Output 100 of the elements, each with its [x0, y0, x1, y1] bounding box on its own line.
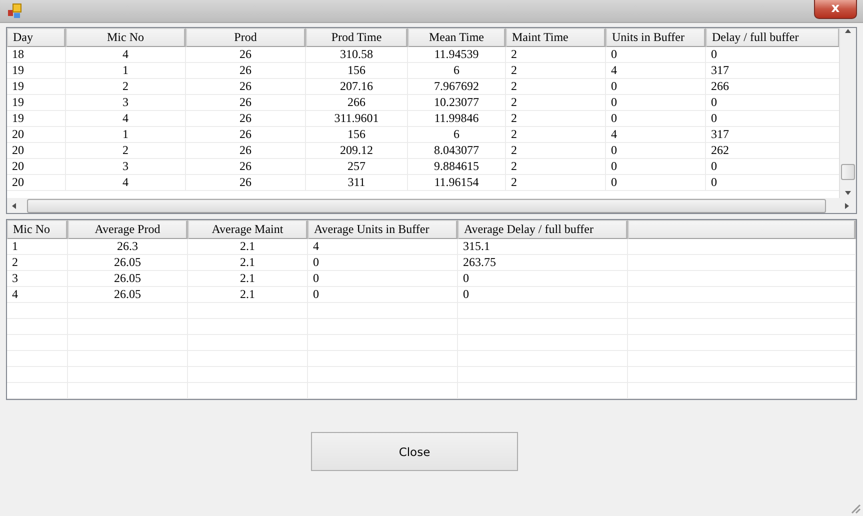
table-cell: 1 — [66, 63, 186, 79]
table-cell: 4 — [66, 47, 186, 63]
table-cell: 8.043077 — [408, 143, 506, 159]
table-cell: 0 — [606, 111, 706, 127]
table-cell: 2.1 — [188, 239, 308, 255]
table-cell: 4 — [66, 175, 186, 191]
table-cell: 26.05 — [68, 287, 188, 303]
table-cell: 20 — [7, 159, 66, 175]
table-cell: 2 — [506, 159, 606, 175]
column-header[interactable]: Maint Time — [506, 28, 606, 47]
table-cell: 315.1 — [458, 239, 628, 255]
table-cell: 0 — [606, 159, 706, 175]
scroll-up-icon[interactable] — [844, 28, 852, 36]
column-header[interactable]: Mic No — [7, 220, 68, 239]
table-cell: 2 — [506, 63, 606, 79]
table-cell: 26.05 — [68, 255, 188, 271]
table-cell: 0 — [606, 47, 706, 63]
table-cell: 2 — [66, 79, 186, 95]
table-cell: 311 — [306, 175, 408, 191]
resize-grip-icon[interactable] — [850, 503, 861, 514]
column-header[interactable]: Prod — [186, 28, 306, 47]
table-cell: 2 — [66, 143, 186, 159]
table-cell: 9.884615 — [408, 159, 506, 175]
table-cell: 0 — [606, 143, 706, 159]
column-header[interactable]: Average Maint — [188, 220, 308, 239]
table-cell: 26 — [186, 111, 306, 127]
table-cell: 4 — [606, 127, 706, 143]
table-cell: 311.9601 — [306, 111, 408, 127]
column-header[interactable]: Mic No — [66, 28, 186, 47]
close-dialog-button[interactable]: Close — [311, 432, 518, 471]
table-cell: 156 — [306, 127, 408, 143]
table-cell: 10.23077 — [408, 95, 506, 111]
table-cell: 26 — [186, 79, 306, 95]
table-cell: 257 — [306, 159, 408, 175]
app-icon — [7, 3, 23, 19]
column-header[interactable]: Prod Time — [306, 28, 408, 47]
table-cell: 266 — [306, 95, 408, 111]
table-cell: 11.94539 — [408, 47, 506, 63]
table-cell: 2 — [506, 79, 606, 95]
table-cell: 26 — [186, 127, 306, 143]
table-cell: 209.12 — [306, 143, 408, 159]
table-cell: 207.16 — [306, 79, 408, 95]
table-cell: 19 — [7, 63, 66, 79]
table-cell: 26 — [186, 143, 306, 159]
table-cell: 26 — [186, 159, 306, 175]
table-cell: 156 — [306, 63, 408, 79]
table-cell: 20 — [7, 143, 66, 159]
table-cell: 4 — [308, 239, 458, 255]
table-cell: 2 — [506, 143, 606, 159]
table-cell: 2 — [506, 47, 606, 63]
table-cell: 19 — [7, 111, 66, 127]
window-close-button[interactable]: x — [814, 0, 857, 18]
table-cell: 7.967692 — [408, 79, 506, 95]
table-cell: 3 — [66, 95, 186, 111]
table-cell: 2 — [506, 175, 606, 191]
table-cell: 0 — [606, 95, 706, 111]
vertical-scrollbar[interactable] — [839, 28, 856, 198]
table-cell: 26 — [186, 47, 306, 63]
table-cell: 0 — [308, 271, 458, 287]
table-cell: 2.1 — [188, 287, 308, 303]
table-cell: 2.1 — [188, 255, 308, 271]
table-cell: 3 — [66, 159, 186, 175]
table-cell: 26.3 — [68, 239, 188, 255]
table-cell: 2 — [7, 255, 68, 271]
table-cell: 26 — [186, 63, 306, 79]
table-cell: 19 — [7, 79, 66, 95]
table-cell: 26 — [186, 95, 306, 111]
table-cell: 6 — [408, 63, 506, 79]
table-cell: 2 — [506, 95, 606, 111]
column-header[interactable]: Average Prod — [68, 220, 188, 239]
column-header[interactable]: Average Delay / full buffer — [458, 220, 628, 239]
table-cell: 4 — [66, 111, 186, 127]
column-header[interactable]: Day — [7, 28, 66, 47]
table-cell: 2 — [506, 111, 606, 127]
table-cell: 26 — [186, 175, 306, 191]
column-header[interactable]: Mean Time — [408, 28, 506, 47]
table-cell: 0 — [606, 175, 706, 191]
table-cell: 0 — [606, 79, 706, 95]
table-cell: 20 — [7, 175, 66, 191]
table-cell: 263.75 — [458, 255, 628, 271]
table-cell: 0 — [458, 271, 628, 287]
table-cell: 4 — [606, 63, 706, 79]
table-cell: 19 — [7, 95, 66, 111]
column-header[interactable]: Average Units in Buffer — [308, 220, 458, 239]
table-cell: 2 — [506, 127, 606, 143]
table-cell: 4 — [7, 287, 68, 303]
column-header[interactable]: Units in Buffer — [606, 28, 706, 47]
table-cell: 3 — [7, 271, 68, 287]
table-cell: 310.58 — [306, 47, 408, 63]
table-cell: 1 — [7, 239, 68, 255]
table-cell: 0 — [308, 287, 458, 303]
table-cell: 1 — [66, 127, 186, 143]
table-cell: 2.1 — [188, 271, 308, 287]
table-cell: 11.99846 — [408, 111, 506, 127]
table-cell: 11.96154 — [408, 175, 506, 191]
table-cell: 20 — [7, 127, 66, 143]
table-cell: 0 — [458, 287, 628, 303]
column-header[interactable]: Delay / full buffer — [706, 28, 839, 47]
scroll-left-icon[interactable] — [11, 202, 19, 210]
column-header[interactable] — [628, 220, 856, 239]
